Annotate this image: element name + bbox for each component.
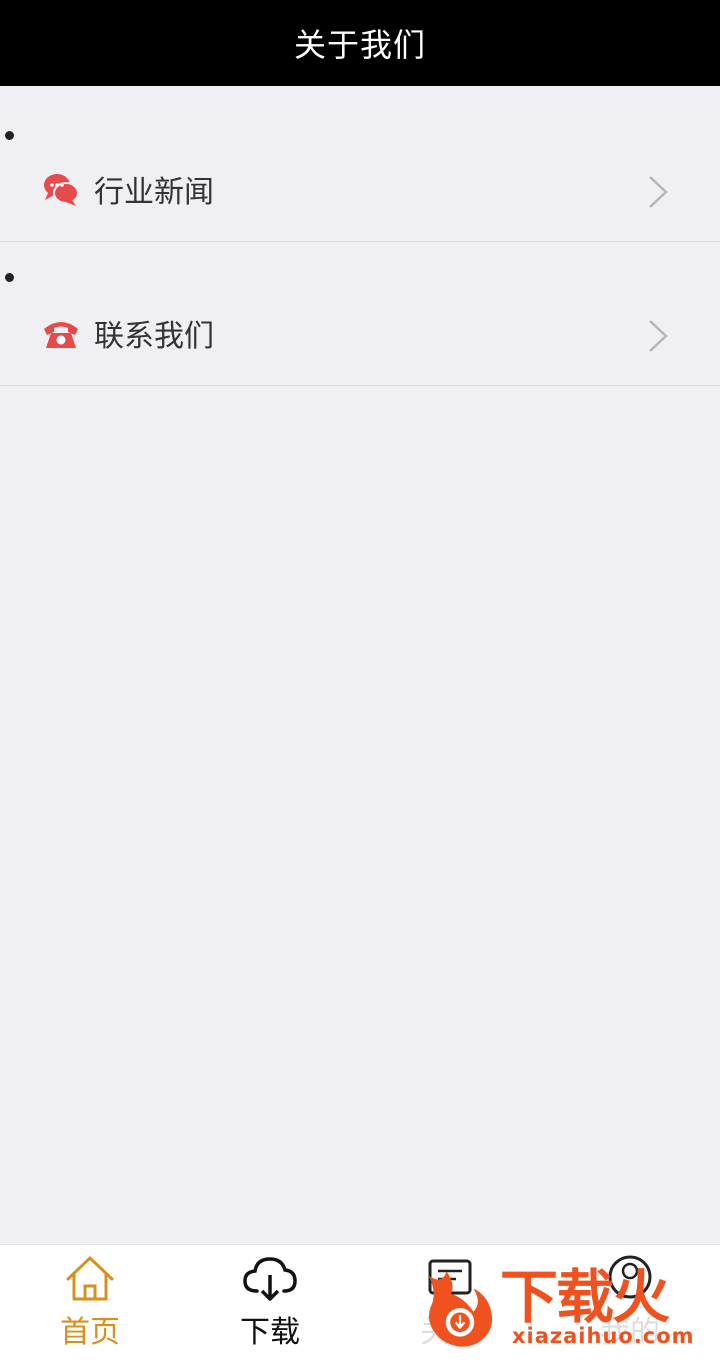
menu-list: 行业新闻 联系我们: [0, 86, 720, 386]
tab-home[interactable]: 首页: [0, 1245, 180, 1360]
list-bullet: [5, 273, 14, 282]
tab-download[interactable]: 下载: [180, 1245, 360, 1360]
chevron-right-icon: [649, 176, 668, 208]
menu-item-label: 行业新闻: [94, 175, 214, 210]
tab-about[interactable]: 关于: [360, 1245, 540, 1360]
home-icon: [66, 1256, 114, 1301]
chevron-right-icon: [649, 320, 668, 352]
tab-label: 我的: [600, 1315, 660, 1350]
menu-item-industry-news[interactable]: 行业新闻: [0, 86, 720, 242]
list-bullet: [5, 131, 14, 140]
telephone-icon: [44, 322, 78, 348]
tab-label: 关于: [420, 1315, 480, 1350]
tab-mine[interactable]: 我的: [540, 1245, 720, 1360]
cloud-download-icon: [243, 1257, 297, 1301]
tab-label: 首页: [60, 1315, 120, 1350]
bottom-tab-bar: 首页 下载 关于 我的: [0, 1244, 720, 1360]
chat-bubbles-icon: [44, 174, 79, 206]
top-header: 关于我们: [0, 0, 720, 86]
menu-item-label: 联系我们: [94, 319, 214, 354]
tab-label: 下载: [240, 1315, 300, 1350]
user-icon: [608, 1255, 652, 1299]
page-title: 关于我们: [293, 26, 426, 64]
menu-item-contact-us[interactable]: 联系我们: [0, 242, 720, 386]
card-icon: [428, 1259, 472, 1295]
